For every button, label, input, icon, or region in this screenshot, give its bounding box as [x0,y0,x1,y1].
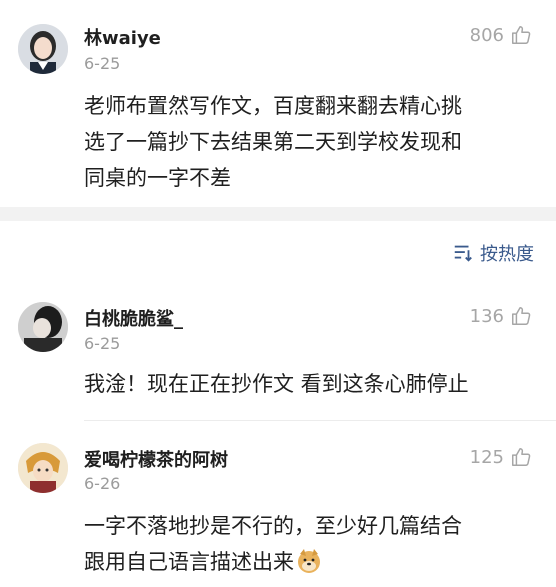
thumbs-up-icon [512,448,531,466]
comment-body: 我淦！现在正在抄作文 看到这条心肺停止 [84,366,534,402]
comment-line: 选了一篇抄下去结果第二天到学校发现和 [84,130,462,154]
user-name[interactable]: 林waiye [84,24,161,50]
reply-separator [84,420,556,421]
comments-page: 林waiye 6-25 806 老师布置然写作文，百度翻来翻去精心挑 选了一篇抄… [0,0,556,587]
user-name[interactable]: 白桃脆脆鲨_ [84,305,183,331]
doge-emoji-icon [298,549,320,573]
comment-date: 6-26 [84,474,121,493]
comment-line: 我淦！现在正在抄作文 看到这条心肺停止 [84,372,469,396]
comment-body: 一字不落地抄是不行的，至少好几篇结合 跟用自己语言描述出来 [84,508,534,580]
user-avatar-image [18,24,68,74]
comment-line-text: 跟用自己语言描述出来 [84,550,294,574]
comment-line: 同桌的一字不差 [84,166,231,190]
user-avatar-image [18,443,68,493]
thumbs-up-icon [512,307,531,325]
thumbs-up-icon [512,26,531,44]
comment-line: 一字不落地抄是不行的，至少好几篇结合 [84,514,462,538]
user-avatar-image [18,302,68,352]
avatar[interactable] [18,302,68,352]
like-button[interactable]: 806 [470,24,532,46]
like-count: 806 [469,24,504,46]
top-comment: 林waiye 6-25 806 老师布置然写作文，百度翻来翻去精心挑 选了一篇抄… [0,0,556,207]
user-name[interactable]: 爱喝柠檬茶的阿树 [84,446,228,472]
comment-body: 老师布置然写作文，百度翻来翻去精心挑 选了一篇抄下去结果第二天到学校发现和 同桌… [84,88,534,196]
like-count: 136 [469,305,504,327]
like-button[interactable]: 125 [470,446,532,468]
comment-line: 老师布置然写作文，百度翻来翻去精心挑 [84,94,462,118]
like-button[interactable]: 136 [470,305,532,327]
comment-date: 6-25 [84,334,121,353]
comment-date: 6-25 [84,54,121,73]
section-divider [0,207,556,221]
sort-by-hot-button[interactable]: 按热度 [452,240,534,266]
avatar[interactable] [18,24,68,74]
like-count: 125 [469,446,504,468]
sort-label: 按热度 [480,244,534,265]
comment-line: 跟用自己语言描述出来 [84,544,534,580]
avatar[interactable] [18,443,68,493]
sort-lines-icon [454,245,472,262]
